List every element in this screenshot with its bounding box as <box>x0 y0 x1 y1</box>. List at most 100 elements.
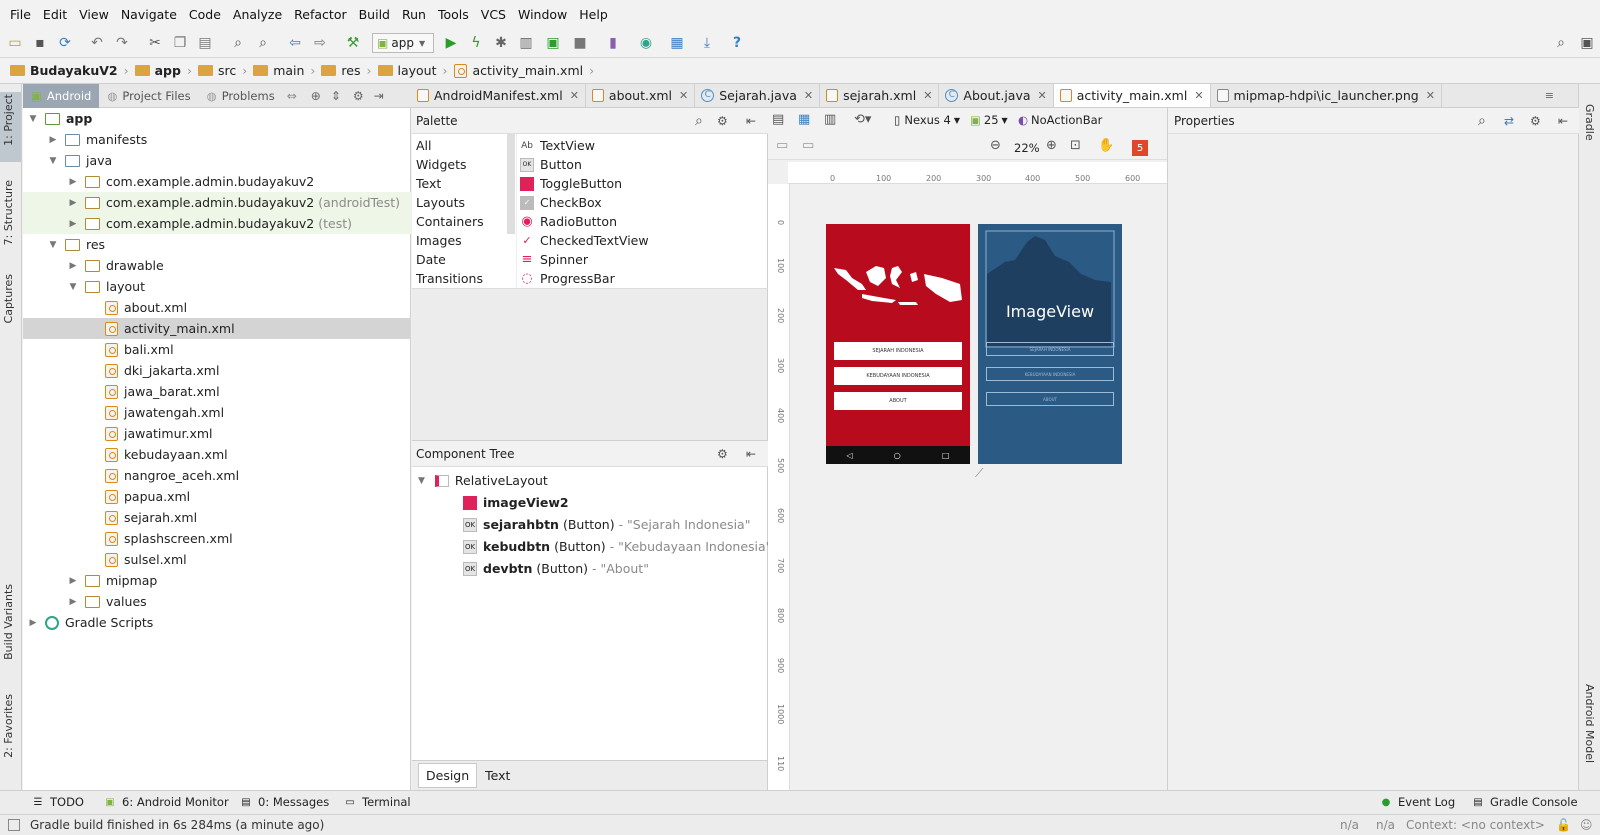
search-everywhere-icon[interactable]: ⌕ <box>1552 34 1570 52</box>
palette-item-checkedtextview[interactable]: ✓ CheckedTextView <box>520 233 648 248</box>
resize-handle-icon[interactable]: ⟋ <box>975 466 983 481</box>
tree-item-file[interactable]: jawatimur.xml <box>23 423 411 444</box>
close-icon[interactable]: ✕ <box>804 89 813 102</box>
tool-window-event-log[interactable]: ● Event Log <box>1380 795 1456 809</box>
breadcrumb-file[interactable]: activity_main.xml › <box>453 63 594 78</box>
tree-item-package-test[interactable]: ▶ com.example.admin.budayakuv2 (test) <box>23 213 411 234</box>
tree-item-layout[interactable]: ▼ layout <box>23 276 411 297</box>
tree-node-devbtn[interactable]: OK devbtn (Button) - "About" <box>463 561 649 576</box>
tree-item-mipmap[interactable]: ▶ mipmap <box>23 570 411 591</box>
tool-tab-captures[interactable]: Captures <box>2 274 15 323</box>
close-icon[interactable]: ✕ <box>1426 89 1435 102</box>
palette-item-spinner[interactable]: ≡ Spinner <box>520 252 588 267</box>
instant-run-icon[interactable]: ϟ <box>467 34 485 52</box>
tree-item-manifests[interactable]: ▶ manifests <box>23 129 411 150</box>
layout-icon[interactable]: ▣ <box>1578 34 1596 52</box>
tree-item-file-selected[interactable]: activity_main.xml <box>23 318 411 339</box>
redo-icon[interactable]: ↷ <box>113 34 131 52</box>
forward-icon[interactable]: ⇨ <box>311 34 329 52</box>
tab-about-xml[interactable]: about.xml ✕ <box>586 84 696 107</box>
blueprint-sejarah-button[interactable]: SEJARAH INDONESIA <box>986 342 1114 356</box>
avd-manager-icon[interactable]: ▮ <box>604 34 622 52</box>
close-icon[interactable]: ✕ <box>1038 89 1047 102</box>
help-icon[interactable]: ? <box>728 34 746 52</box>
menu-vcs[interactable]: VCS <box>475 7 512 22</box>
menu-code[interactable]: Code <box>183 7 227 22</box>
gear-icon[interactable]: ⚙ <box>717 447 728 461</box>
tool-tab-android-model[interactable]: Android Model <box>1583 684 1596 763</box>
tab-list-icon[interactable]: ≡ <box>1545 89 1554 102</box>
breadcrumb-project[interactable]: BudayakuV2 › <box>10 63 129 78</box>
tree-item-gradle-scripts[interactable]: ▶ Gradle Scripts <box>23 612 411 633</box>
menu-file[interactable]: File <box>4 7 37 22</box>
close-icon[interactable]: ✕ <box>570 89 579 102</box>
search-icon[interactable]: ⌕ <box>695 113 703 129</box>
blueprint-view-icon[interactable]: ▦ <box>798 112 810 127</box>
breadcrumb-main[interactable]: main › <box>253 63 315 78</box>
undo-icon[interactable]: ↶ <box>88 34 106 52</box>
menu-build[interactable]: Build <box>353 7 396 22</box>
palette-category[interactable]: Widgets <box>416 157 467 172</box>
preview-about-button[interactable]: ABOUT <box>834 392 962 410</box>
tree-item-package[interactable]: ▶ com.example.admin.budayakuv2 <box>23 171 411 192</box>
tree-item-drawable[interactable]: ▶ drawable <box>23 255 411 276</box>
tab-design[interactable]: Design <box>418 763 478 788</box>
tool-tab-favorites[interactable]: 2: Favorites <box>2 694 15 758</box>
tab-text[interactable]: Text <box>477 763 518 788</box>
device-dropdown[interactable]: ▯ Nexus 4 ▼ <box>894 113 960 127</box>
tree-node-root[interactable]: ▼ RelativeLayout <box>418 473 548 488</box>
blueprint-kebudayaan-button[interactable]: KEBUDAYAAN INDONESIA <box>986 367 1114 381</box>
menu-analyze[interactable]: Analyze <box>227 7 288 22</box>
stop-icon[interactable]: ■ <box>571 34 589 52</box>
tree-item-file[interactable]: kebudayaan.xml <box>23 444 411 465</box>
save-icon[interactable]: ▪ <box>31 34 49 52</box>
palette-item-radiobutton[interactable]: ◉ RadioButton <box>520 214 617 229</box>
pan-left-icon[interactable]: ▭ <box>776 138 788 153</box>
hide-icon[interactable]: ⇤ <box>746 447 756 461</box>
palette-item-button[interactable]: OK Button <box>520 157 582 172</box>
breadcrumb-layout[interactable]: layout › <box>377 63 448 78</box>
tab-android-manifest[interactable]: AndroidManifest.xml ✕ <box>411 84 586 107</box>
tree-item-file[interactable]: jawatengah.xml <box>23 402 411 423</box>
palette-category[interactable]: Images <box>416 233 462 248</box>
pan-right-icon[interactable]: ▭ <box>802 138 814 153</box>
zoom-to-fit-icon[interactable]: ⊡ <box>1070 138 1081 153</box>
find-icon[interactable]: ⌕ <box>229 34 247 52</box>
menu-edit[interactable]: Edit <box>37 7 73 22</box>
back-icon[interactable]: ⇦ <box>286 34 304 52</box>
tab-problems[interactable]: ◍ Problems <box>199 84 283 108</box>
breadcrumb-app[interactable]: app › <box>134 63 192 78</box>
tool-window-gradle-console[interactable]: ▤ Gradle Console <box>1472 795 1577 809</box>
open-folder-icon[interactable]: ▭ <box>6 34 24 52</box>
hide-icon[interactable]: ⇥ <box>374 89 384 103</box>
tree-item-file[interactable]: about.xml <box>23 297 411 318</box>
status-context[interactable]: Context: <no context> <box>1406 818 1545 832</box>
run-config-dropdown[interactable]: ▣ app ▼ <box>372 33 434 53</box>
palette-category[interactable]: Transitions <box>416 271 483 286</box>
search-icon[interactable]: ⌕ <box>1478 113 1486 129</box>
palette-category[interactable]: Text <box>416 176 441 191</box>
tab-sejarah-xml[interactable]: sejarah.xml ✕ <box>820 84 940 107</box>
scroll-from-source-icon[interactable]: ⊕ <box>311 89 321 103</box>
status-toggle-icon[interactable] <box>8 819 20 831</box>
status-message[interactable]: Gradle build finished in 6s 284ms (a min… <box>30 818 324 832</box>
close-icon[interactable]: ✕ <box>923 89 932 102</box>
warnings-badge[interactable]: 5 <box>1132 140 1148 156</box>
close-icon[interactable]: ✕ <box>1194 89 1203 102</box>
paste-icon[interactable]: ▤ <box>196 34 214 52</box>
design-preview[interactable]: SEJARAH INDONESIA KEBUDAYAAN INDONESIA A… <box>826 224 970 464</box>
expand-tabs-icon[interactable]: ⇔ <box>287 89 297 103</box>
pan-hand-icon[interactable]: ✋ <box>1098 138 1114 153</box>
make-project-icon[interactable]: ⚒ <box>344 34 362 52</box>
blueprint-preview[interactable]: ImageView SEJARAH INDONESIA KEBUDAYAAN I… <box>978 224 1122 464</box>
replace-icon[interactable]: ⌕ <box>254 34 272 52</box>
tab-ic-launcher[interactable]: mipmap-hdpi\ic_launcher.png ✕ <box>1211 84 1442 107</box>
tree-item-values[interactable]: ▶ values <box>23 591 411 612</box>
blueprint-about-button[interactable]: ABOUT <box>986 392 1114 406</box>
sdk-manager-icon[interactable]: ⤓ <box>698 34 716 52</box>
palette-category[interactable]: Date <box>416 252 446 267</box>
gear-icon[interactable]: ⚙ <box>353 89 364 103</box>
theme-dropdown[interactable]: ◐ NoActionBar <box>1018 113 1102 127</box>
tab-sejarah-java[interactable]: C Sejarah.java ✕ <box>695 84 821 107</box>
tool-window-messages[interactable]: ▤ 0: Messages <box>240 795 329 809</box>
